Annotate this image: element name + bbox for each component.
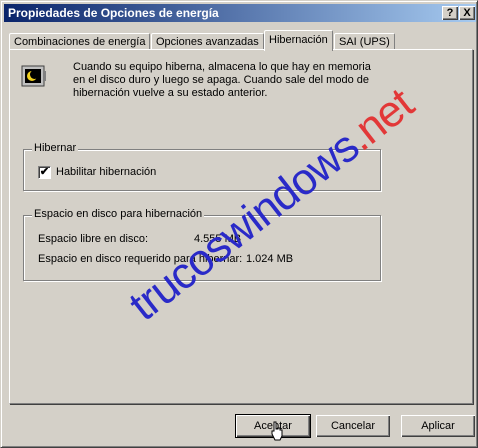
close-button[interactable]: X xyxy=(459,6,475,20)
tab-advanced-options[interactable]: Opciones avanzadas xyxy=(151,33,264,50)
free-space-label: Espacio libre en disco: xyxy=(38,233,149,245)
window-title: Propiedades de Opciones de energía xyxy=(8,6,219,20)
tab-hibernation[interactable]: Hibernación xyxy=(264,30,333,51)
hand-cursor-icon xyxy=(271,421,283,441)
cancel-button[interactable]: Cancelar xyxy=(316,415,390,437)
enable-hibernation-label[interactable]: Habilitar hibernación xyxy=(56,166,156,178)
required-space-value: 1.024 MB xyxy=(246,253,294,265)
tab-ups[interactable]: SAI (UPS) xyxy=(334,33,395,50)
power-options-dialog: Propiedades de Opciones de energía ? X C… xyxy=(0,0,478,448)
help-button[interactable]: ? xyxy=(442,6,458,20)
hibernate-group-legend: Hibernar xyxy=(32,142,79,154)
apply-button[interactable]: Aplicar xyxy=(401,415,475,437)
hibernate-moon-icon xyxy=(21,65,46,87)
title-bar[interactable]: Propiedades de Opciones de energía ? X xyxy=(4,4,476,22)
disk-space-group-legend: Espacio en disco para hibernación xyxy=(32,208,205,220)
enable-hibernation-checkbox[interactable]: ✔ xyxy=(38,166,51,179)
hibernation-description: Cuando su equipo hiberna, almacena lo qu… xyxy=(73,61,371,99)
tab-power-schemes[interactable]: Combinaciones de energía xyxy=(9,33,151,50)
